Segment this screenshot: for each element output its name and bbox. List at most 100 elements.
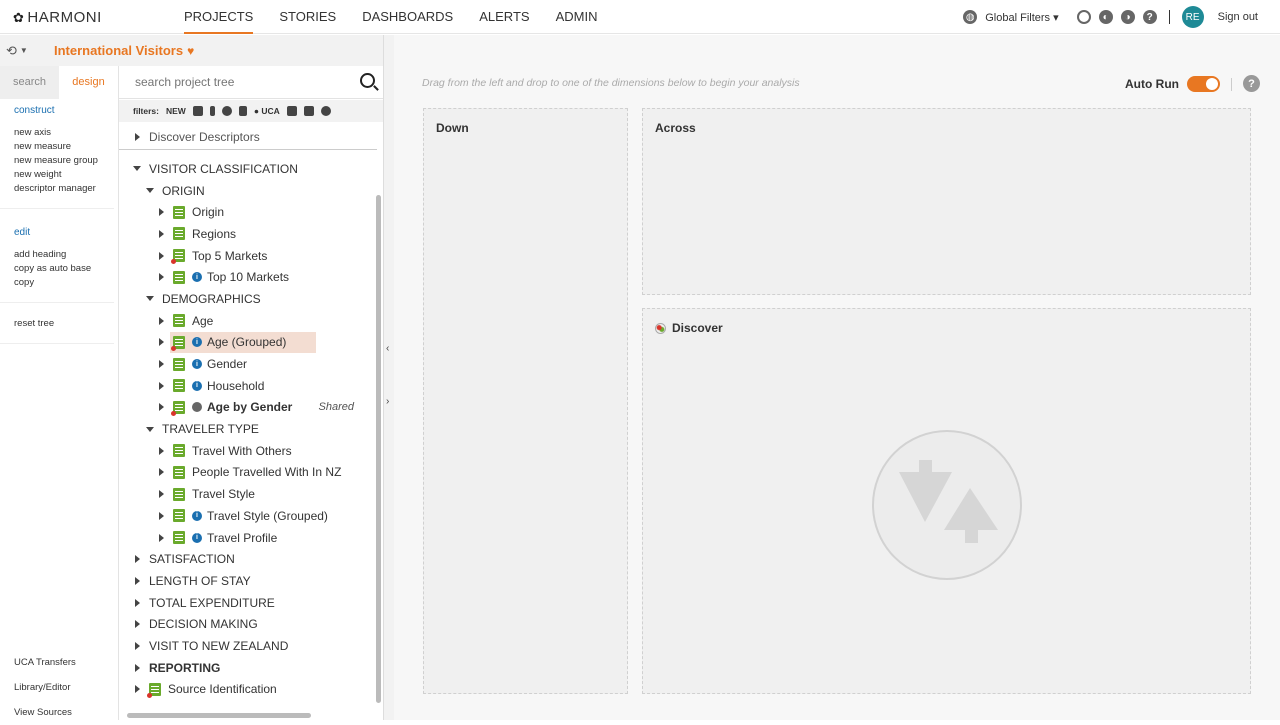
chevron-right-icon[interactable]	[159, 446, 164, 455]
discover-drop-zone[interactable]: Discover	[642, 308, 1251, 694]
chevron-right-icon[interactable]	[159, 490, 164, 499]
reset-tree-link[interactable]: reset tree	[14, 317, 114, 331]
tree-item-age-grouped[interactable]: i Age (Grouped)	[119, 331, 377, 354]
filter-new[interactable]: NEW	[166, 106, 186, 116]
tree-search-input[interactable]	[135, 75, 335, 89]
sign-out-link[interactable]: Sign out	[1218, 11, 1258, 23]
tree-item-top-5-markets[interactable]: Top 5 Markets	[119, 245, 377, 267]
nav-projects[interactable]: PROJECTS	[184, 0, 254, 34]
chevron-right-icon[interactable]	[135, 598, 140, 607]
descriptor-manager-link[interactable]: descriptor manager	[14, 182, 114, 196]
filter-uca[interactable]: ● UCA	[254, 106, 280, 116]
list-filter-icon[interactable]	[209, 106, 215, 116]
down-drop-zone[interactable]: Down	[423, 108, 628, 694]
help-icon[interactable]: ?	[1142, 10, 1157, 24]
brand-logo[interactable]: ✿ HARMONI	[13, 9, 102, 26]
chevron-right-icon[interactable]	[159, 511, 164, 520]
auto-run-toggle[interactable]	[1187, 76, 1220, 92]
grid-filter-icon[interactable]	[192, 106, 203, 116]
chevron-right-icon[interactable]	[159, 381, 164, 390]
expand-right-icon[interactable]: ›	[386, 396, 389, 407]
nav-dashboards[interactable]: DASHBOARDS	[362, 0, 453, 34]
tree-item-travel-profile[interactable]: i Travel Profile	[119, 527, 377, 549]
copy-as-auto-base-link[interactable]: copy as auto base	[14, 262, 114, 276]
tree-node-origin[interactable]: ORIGIN	[119, 180, 377, 202]
chevron-right-icon[interactable]	[135, 641, 140, 650]
new-axis-link[interactable]: new axis	[14, 126, 114, 140]
chevron-right-icon[interactable]	[159, 316, 164, 325]
folder-filter-icon[interactable]	[286, 106, 297, 116]
heart-icon[interactable]: ♥	[187, 44, 194, 58]
add-heading-link[interactable]: add heading	[14, 248, 114, 262]
chevron-right-icon[interactable]	[159, 533, 164, 542]
tree-node-satisfaction[interactable]: SATISFACTION	[119, 548, 377, 570]
tab-search[interactable]: search	[0, 66, 59, 99]
tree-item-household[interactable]: i Household	[119, 375, 377, 397]
view-sources-link[interactable]: View Sources	[14, 700, 76, 725]
avatar[interactable]: RE	[1181, 6, 1204, 28]
chevron-right-icon[interactable]	[159, 403, 164, 412]
chevron-right-icon[interactable]	[135, 663, 140, 672]
tree-item-age[interactable]: Age	[119, 310, 377, 332]
global-filters-dropdown[interactable]: Global Filters ▾	[985, 11, 1058, 24]
chevron-right-icon[interactable]	[135, 555, 140, 564]
help-icon[interactable]: ?	[1243, 75, 1260, 92]
across-drop-zone[interactable]: Across	[642, 108, 1251, 295]
brain-icon[interactable]: ◐	[1098, 10, 1113, 24]
contrast-icon[interactable]: ◑	[1120, 10, 1135, 24]
tree-vertical-scrollbar[interactable]	[376, 195, 381, 703]
tree-node-length-of-stay[interactable]: LENGTH OF STAY	[119, 570, 377, 592]
discover-descriptors-row[interactable]: Discover Descriptors	[119, 124, 377, 150]
uca-transfers-link[interactable]: UCA Transfers	[14, 650, 76, 675]
nav-stories[interactable]: STORIES	[279, 0, 336, 34]
pin-filter-icon[interactable]	[221, 106, 232, 116]
copy-link[interactable]: copy	[14, 276, 114, 290]
tree-item-people-travelled-with[interactable]: People Travelled With In NZ	[119, 462, 377, 484]
tree-item-gender[interactable]: i Gender	[119, 353, 377, 375]
chevron-right-icon[interactable]	[135, 685, 140, 694]
tree-node-traveler-type[interactable]: TRAVELER TYPE	[119, 418, 377, 440]
chevron-down-icon[interactable]	[146, 188, 154, 194]
new-measure-link[interactable]: new measure	[14, 140, 114, 154]
nav-admin[interactable]: ADMIN	[556, 0, 598, 34]
tree-item-travel-style[interactable]: Travel Style	[119, 483, 377, 505]
chevron-right-icon[interactable]	[159, 251, 164, 260]
sort-filter-icon[interactable]	[238, 106, 247, 116]
chevron-down-icon[interactable]	[146, 296, 154, 302]
tab-design[interactable]: design	[59, 66, 118, 99]
tree-item-source-identification[interactable]: Source Identification	[119, 679, 377, 701]
tree-item-age-by-gender[interactable]: Age by Gender Shared	[119, 397, 377, 419]
chevron-right-icon[interactable]	[159, 273, 164, 282]
tree-node-demographics[interactable]: DEMOGRAPHICS	[119, 288, 377, 310]
chevron-down-icon[interactable]	[133, 166, 141, 172]
search-icon[interactable]	[360, 73, 375, 88]
chevron-right-icon[interactable]	[159, 338, 164, 347]
chevron-right-icon[interactable]	[159, 468, 164, 477]
tree-horizontal-scrollbar[interactable]	[127, 713, 311, 718]
history-button[interactable]: ⟲ ▼	[6, 41, 44, 61]
tree-node-total-expenditure[interactable]: TOTAL EXPENDITURE	[119, 592, 377, 614]
chevron-right-icon[interactable]	[135, 576, 140, 585]
tree-node-decision-making[interactable]: DECISION MAKING	[119, 613, 377, 635]
panel-splitter[interactable]: ‹ ›	[383, 35, 394, 720]
tree-item-regions[interactable]: Regions	[119, 223, 377, 245]
nav-alerts[interactable]: ALERTS	[479, 0, 529, 34]
contrast-filter-icon[interactable]	[320, 106, 331, 116]
chevron-right-icon[interactable]	[159, 360, 164, 369]
chevron-right-icon[interactable]	[135, 620, 140, 629]
tree-item-top-10-markets[interactable]: i Top 10 Markets	[119, 266, 377, 288]
chevron-right-icon[interactable]	[135, 132, 140, 141]
collapse-left-icon[interactable]: ‹	[386, 343, 389, 354]
new-weight-link[interactable]: new weight	[14, 168, 114, 182]
chevron-right-icon[interactable]	[159, 208, 164, 217]
tree-item-travel-style-grouped[interactable]: i Travel Style (Grouped)	[119, 505, 377, 527]
measure-filter-icon[interactable]	[303, 106, 314, 116]
tree-item-origin[interactable]: Origin	[119, 201, 377, 223]
tree-node-visitor-classification[interactable]: VISITOR CLASSIFICATION	[119, 158, 377, 180]
eye-icon[interactable]	[1076, 10, 1091, 24]
new-measure-group-link[interactable]: new measure group	[14, 154, 114, 168]
tree-node-visit-to-new-zealand[interactable]: VISIT TO NEW ZEALAND	[119, 635, 377, 657]
chevron-right-icon[interactable]	[159, 229, 164, 238]
tree-node-reporting[interactable]: REPORTING	[119, 657, 377, 679]
chevron-down-icon[interactable]	[146, 426, 154, 432]
